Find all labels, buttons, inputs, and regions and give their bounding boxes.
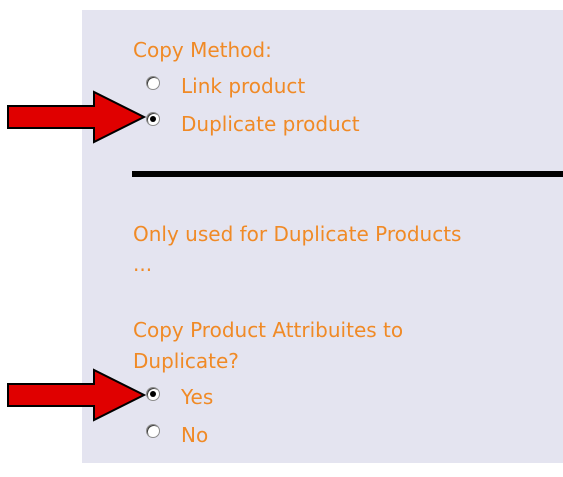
arrow-icon	[7, 368, 146, 422]
duplicate-note-ellipsis: ...	[133, 252, 153, 276]
copy-method-heading: Copy Method:	[133, 38, 272, 62]
duplicate-product-radio[interactable]	[146, 112, 160, 126]
arrow-icon	[7, 90, 146, 144]
copy-attributes-heading-line1: Copy Product Attribuites to	[133, 318, 404, 342]
copy-attributes-no-label[interactable]: No	[181, 423, 208, 447]
copy-attributes-yes-radio[interactable]	[146, 387, 160, 401]
copy-attributes-yes-label[interactable]: Yes	[181, 385, 213, 409]
copy-attributes-heading-line2: Duplicate?	[133, 349, 239, 373]
link-product-label[interactable]: Link product	[181, 74, 305, 98]
link-product-radio[interactable]	[146, 76, 160, 90]
duplicate-note-text: Only used for Duplicate Products	[133, 222, 462, 246]
section-divider	[132, 171, 563, 177]
copy-attributes-no-radio[interactable]	[146, 424, 160, 438]
duplicate-product-label[interactable]: Duplicate product	[181, 112, 360, 136]
